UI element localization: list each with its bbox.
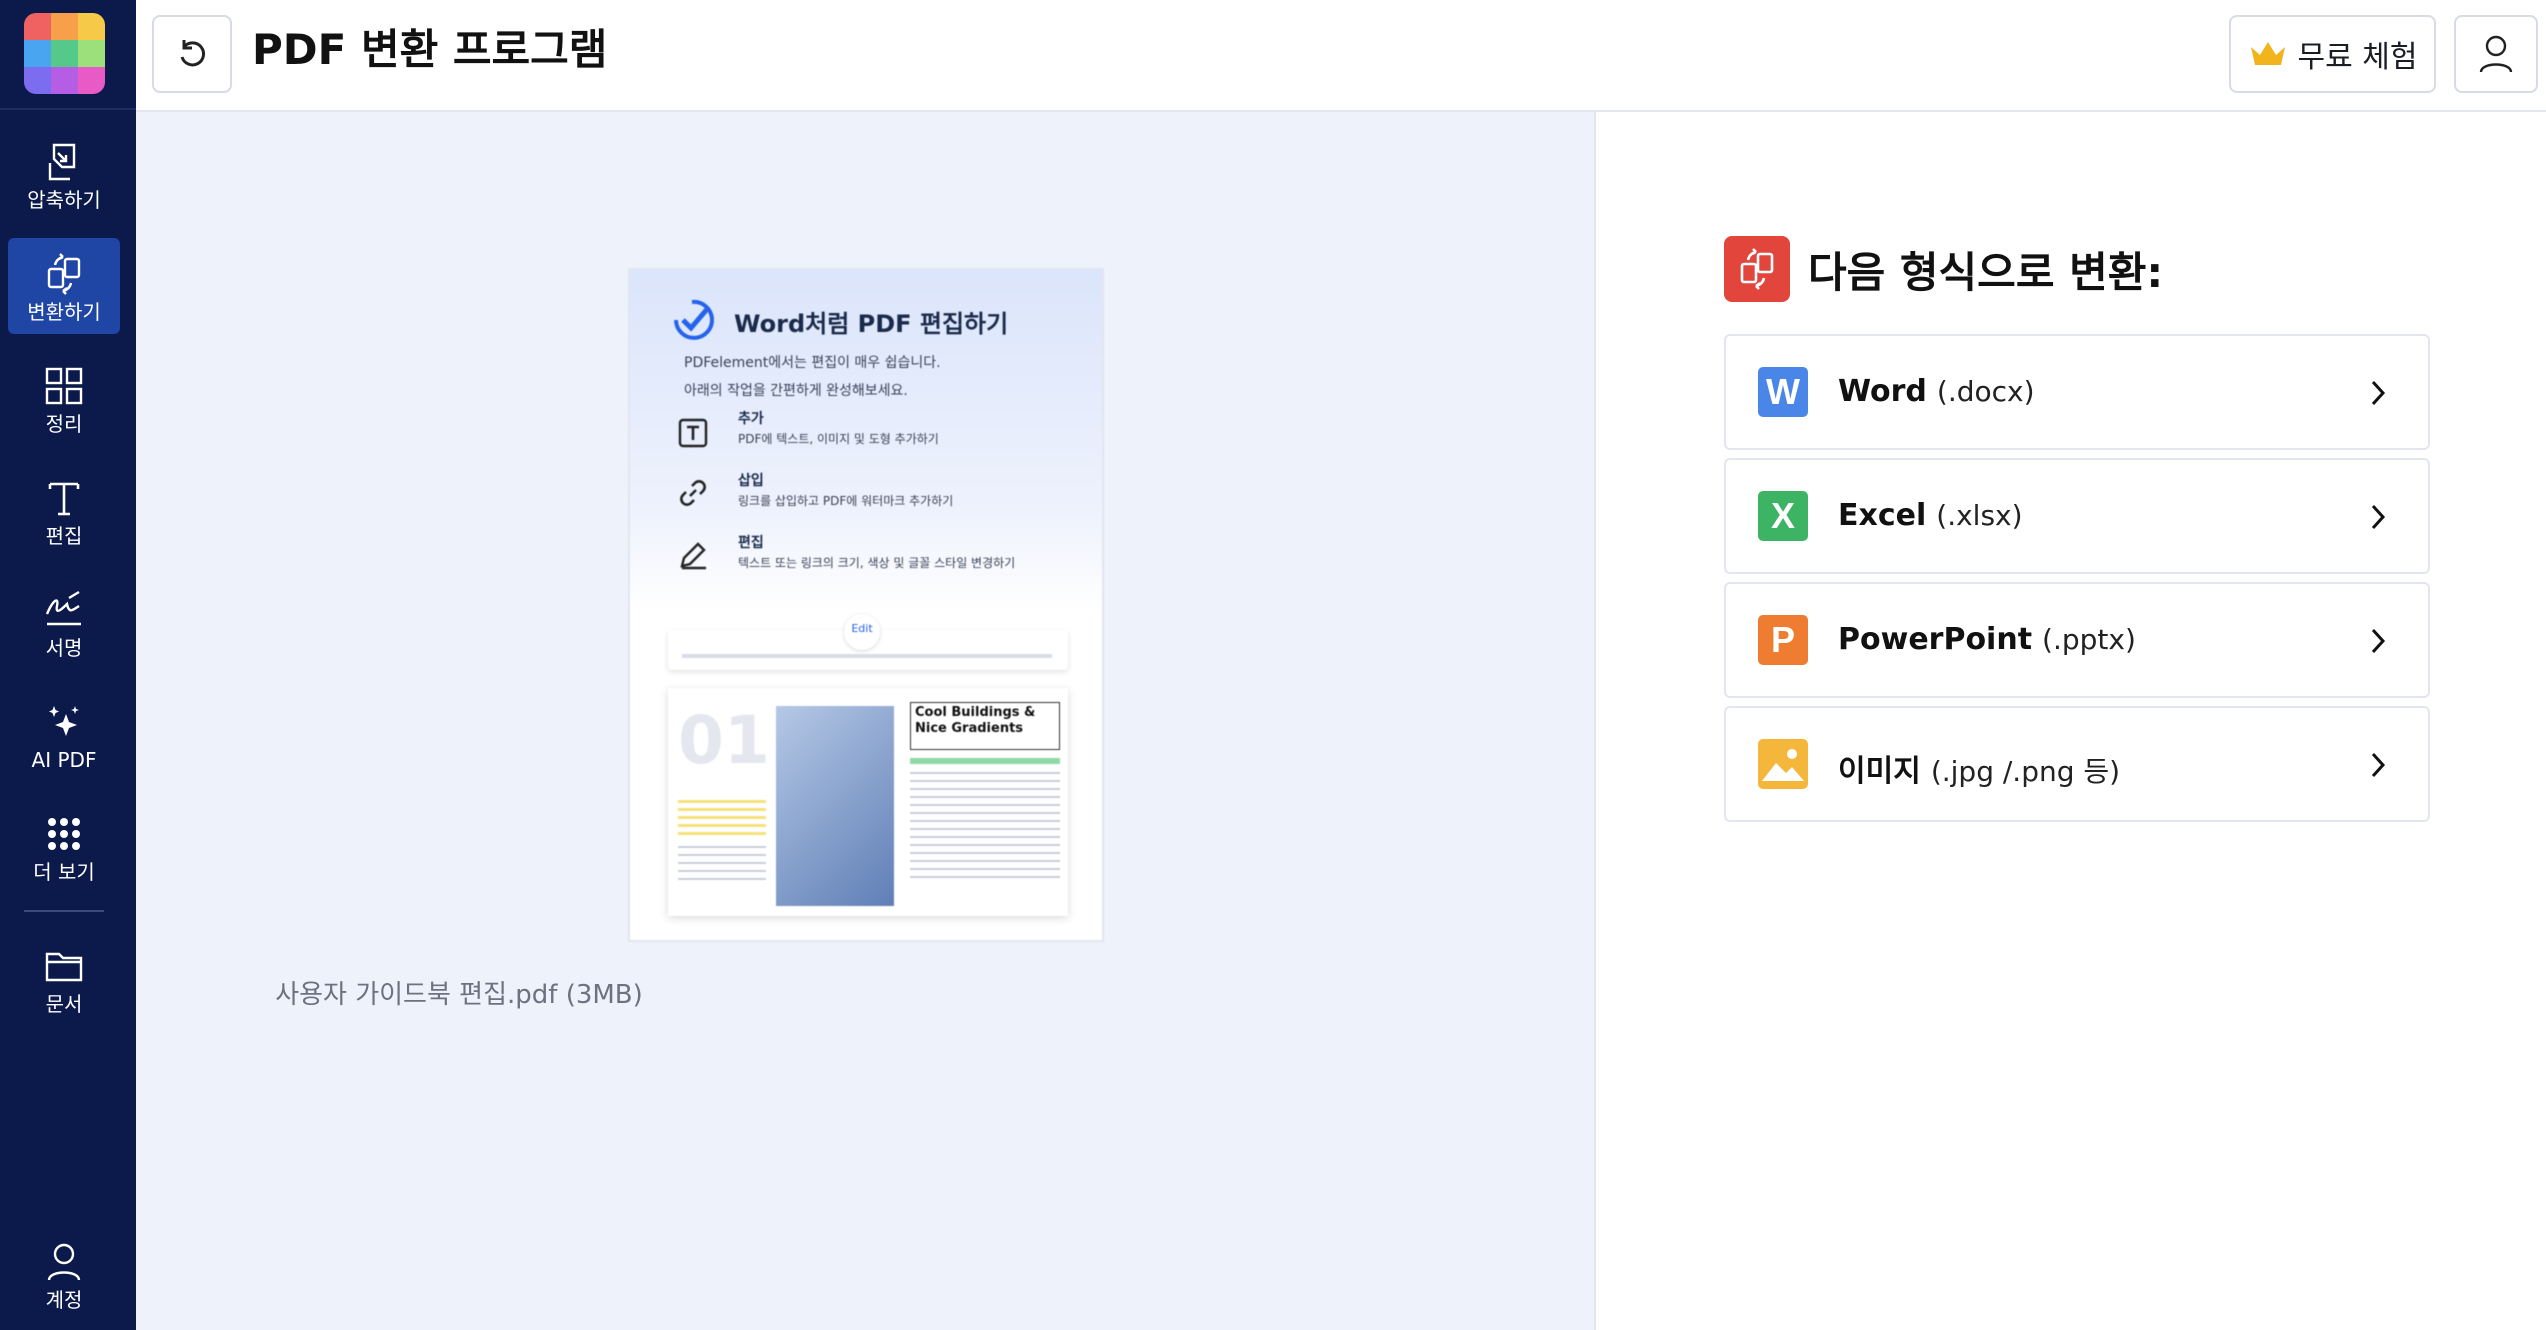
image-icon (1758, 739, 1808, 789)
convert-title: 다음 형식으로 변환: (1808, 247, 2164, 297)
account-button[interactable] (2454, 15, 2538, 93)
sidebar-item-label: 정리 (45, 412, 83, 436)
doc-row-head: 추가 (738, 411, 764, 427)
convert-header: 다음 형식으로 변환: (1724, 236, 2163, 302)
excel-icon: X (1758, 491, 1808, 541)
user-icon (2479, 35, 2513, 73)
chevron-right-icon (2371, 380, 2386, 406)
sidebar-item-compress[interactable]: 압축하기 (8, 126, 120, 222)
sidebar-divider (0, 108, 136, 110)
format-ext: (.jpg /.png 등) (1930, 755, 2121, 788)
format-option-powerpoint[interactable]: P PowerPoint (.pptx) (1724, 582, 2430, 698)
undo-button[interactable] (152, 15, 232, 93)
sidebar-item-label: 서명 (45, 636, 83, 660)
convert-format-icon (1724, 236, 1790, 302)
page-title: PDF 변환 프로그램 (252, 25, 608, 74)
sidebar-item-label: 편집 (45, 524, 83, 548)
check-badge-icon (674, 299, 714, 340)
file-name-label: 사용자 가이드북 편집.pdf (3MB) (275, 980, 643, 1010)
sidebar-item-sign[interactable]: 서명 (8, 574, 120, 670)
sidebar-item-label: 계정 (45, 1288, 83, 1312)
free-trial-button[interactable]: 무료 체험 (2229, 15, 2436, 93)
text-box-icon (678, 418, 708, 448)
sidebar-item-edit[interactable]: 편집 (8, 462, 120, 558)
crown-icon (2250, 42, 2285, 65)
more-grid-icon (8, 812, 120, 856)
convert-panel: 다음 형식으로 변환: W Word (.docx) X Excel (.xlsx)… (1594, 112, 2546, 1330)
format-name: PowerPoint (1838, 622, 2033, 657)
doc-row-text: 링크를 삽입하고 PDF에 워터마크 추가하기 (738, 494, 954, 508)
undo-icon (180, 40, 206, 67)
chevron-right-icon (2371, 628, 2386, 654)
link-icon (680, 480, 706, 506)
document-thumbnail: Word처럼 PDF 편집하기 PDFelement에서는 편집이 매우 쉽습니… (628, 268, 1104, 942)
sidebar-item-more[interactable]: 더 보기 (8, 798, 120, 894)
convert-icon (8, 252, 120, 296)
chevron-right-icon (2371, 752, 2386, 778)
mini-toolbar: Edit (668, 614, 1068, 670)
format-ext: (.pptx) (2042, 623, 2136, 656)
sidebar-item-convert[interactable]: 변환하기 (8, 238, 120, 334)
mini-page-number: 01 (678, 702, 770, 779)
sidebar-item-label: AI PDF (31, 748, 97, 772)
chevron-right-icon (2371, 504, 2386, 530)
doc-title: Word처럼 PDF 편집하기 (734, 310, 1009, 338)
organize-icon (8, 364, 120, 408)
signature-icon (8, 588, 120, 632)
sidebar-item-documents[interactable]: 문서 (8, 930, 120, 1026)
word-icon: W (1758, 367, 1808, 417)
sidebar-item-organize[interactable]: 정리 (8, 350, 120, 446)
doc-row-head: 삽입 (738, 473, 764, 489)
format-option-word[interactable]: W Word (.docx) (1724, 334, 2430, 450)
file-name: 사용자 가이드북 편집.pdf (3MB) (136, 974, 1594, 1011)
preview-area: Word처럼 PDF 편집하기 PDFelement에서는 편집이 매우 쉽습니… (136, 112, 1594, 1330)
powerpoint-icon: P (1758, 615, 1808, 665)
mini-page-heading: Cool Buildings & Nice Gradients (910, 702, 1060, 750)
sidebar-item-account[interactable]: 계정 (8, 1226, 120, 1322)
mini-toolbar-tab: Edit (844, 614, 880, 650)
doc-line: 아래의 작업을 간편하게 완성해보세요. (684, 383, 908, 399)
account-icon (8, 1240, 120, 1284)
format-name: Excel (1838, 498, 1927, 533)
format-name: 이미지 (1838, 754, 1921, 789)
pen-icon (680, 542, 706, 570)
doc-row-text: PDF에 텍스트, 이미지 및 도형 추가하기 (738, 432, 939, 446)
sidebar-item-label: 더 보기 (33, 860, 95, 884)
format-ext: (.docx) (1936, 375, 2035, 408)
format-ext: (.xlsx) (1936, 499, 2023, 532)
app-logo[interactable] (24, 13, 105, 94)
sidebar-item-ai-pdf[interactable]: AI PDF (8, 686, 120, 782)
doc-row-text: 텍스트 또는 링크의 크기, 색상 및 글꼴 스타일 변경하기 (738, 556, 1016, 570)
doc-line: PDFelement에서는 편집이 매우 쉽습니다. (684, 355, 941, 371)
edit-text-icon (8, 476, 120, 520)
sidebar-item-label: 변환하기 (27, 300, 101, 324)
sidebar-divider (24, 910, 104, 912)
compress-icon (8, 140, 120, 184)
sidebar-item-label: 문서 (45, 992, 83, 1016)
format-option-excel[interactable]: X Excel (.xlsx) (1724, 458, 2430, 574)
doc-row-head: 편집 (738, 535, 764, 551)
format-name: Word (1838, 374, 1927, 409)
sidebar-item-label: 압축하기 (27, 188, 101, 212)
sidebar: 압축하기 변환하기 정리 편집 서명 AI PDF 더 보기 문서 계정 (0, 0, 136, 1330)
free-trial-label: 무료 체험 (2297, 40, 2418, 75)
ai-sparkle-icon (8, 700, 120, 744)
format-option-image[interactable]: 이미지 (.jpg /.png 등) (1724, 706, 2430, 822)
mini-page: 01 Cool Buildings & Nice Gradients (668, 688, 1068, 916)
folder-icon (8, 944, 120, 988)
top-bar: PDF 변환 프로그램 무료 체험 (136, 0, 2546, 112)
